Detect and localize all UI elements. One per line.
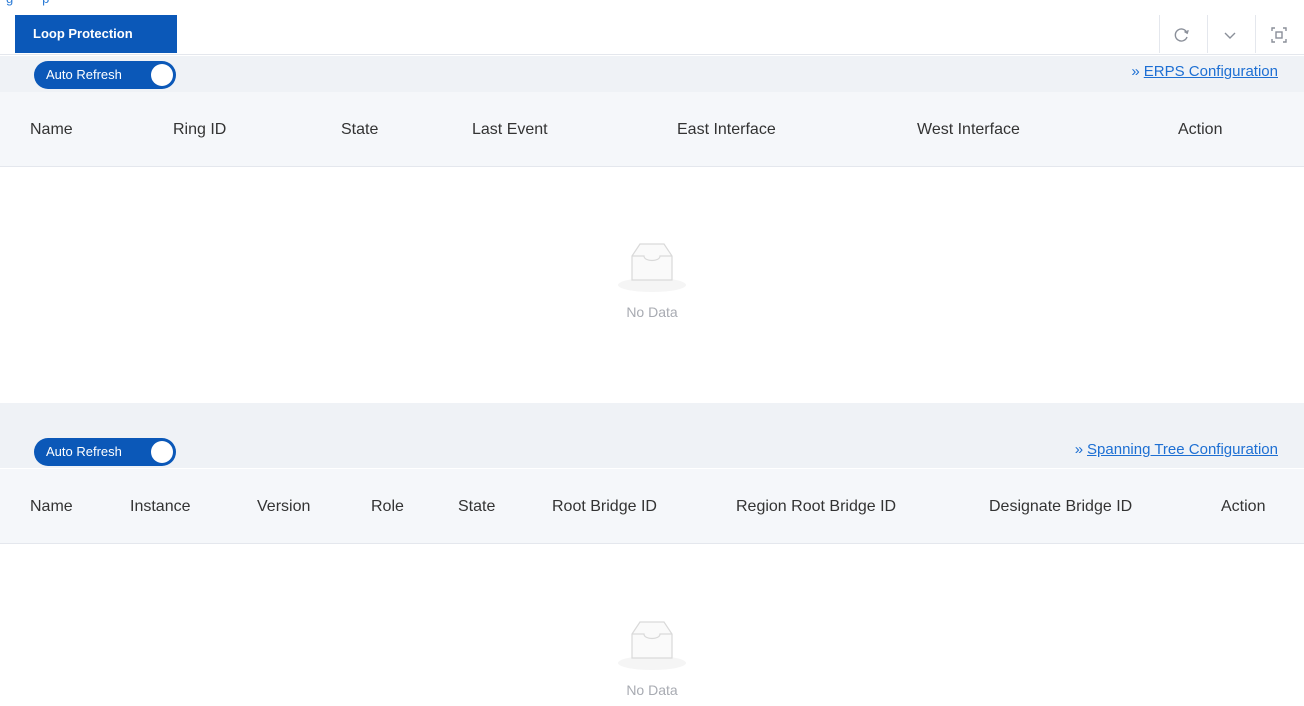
collapse-button[interactable] bbox=[1210, 15, 1250, 55]
stp-empty-text: No Data bbox=[626, 682, 678, 698]
column-header-region-root-bridge-id: Region Root Bridge ID bbox=[736, 498, 897, 515]
erps-auto-refresh-toggle[interactable]: Auto Refresh bbox=[34, 61, 176, 89]
column-header-west-interface: West Interface bbox=[917, 121, 1020, 138]
toolbar-divider bbox=[1255, 15, 1256, 53]
erps-empty-state: No Data bbox=[0, 236, 1304, 320]
refresh-icon bbox=[1174, 28, 1189, 42]
fullscreen-button[interactable] bbox=[1259, 15, 1299, 55]
column-header-state: State bbox=[458, 498, 496, 515]
stp-toolbar bbox=[0, 403, 1304, 468]
stp-auto-refresh-toggle[interactable]: Auto Refresh bbox=[34, 438, 176, 466]
toggle-knob bbox=[151, 441, 173, 463]
toolbar-divider bbox=[1207, 15, 1208, 53]
column-header-action: Action bbox=[1178, 121, 1223, 138]
spanning-tree-configuration-link[interactable]: » Spanning Tree Configuration bbox=[1075, 441, 1278, 458]
erps-configuration-link-label: ERPS Configuration bbox=[1143, 63, 1278, 80]
column-header-action: Action bbox=[1221, 498, 1266, 515]
fullscreen-icon bbox=[1271, 27, 1287, 43]
erps-configuration-link[interactable]: » ERPS Configuration bbox=[1131, 63, 1278, 80]
auto-refresh-label: Auto Refresh bbox=[46, 67, 122, 82]
toolbar-divider bbox=[1159, 15, 1160, 53]
breadcrumb-fragment: g p bbox=[0, 0, 1304, 10]
erps-table-header: Name Ring ID State Last Event East Inter… bbox=[0, 92, 1304, 167]
column-header-state: State bbox=[341, 121, 379, 138]
empty-inbox-icon bbox=[618, 621, 686, 670]
erps-toolbar bbox=[0, 56, 1304, 92]
column-header-name: Name bbox=[30, 498, 73, 515]
stp-table-header: Name Instance Version Role State Root Br… bbox=[0, 469, 1304, 544]
chevron-down-icon bbox=[1224, 32, 1236, 39]
column-header-root-bridge-id: Root Bridge ID bbox=[552, 498, 657, 515]
auto-refresh-label: Auto Refresh bbox=[46, 444, 122, 459]
tab-bar: Loop Protection bbox=[0, 13, 1304, 55]
column-header-ring-id: Ring ID bbox=[173, 121, 227, 138]
column-header-role: Role bbox=[371, 498, 404, 515]
column-header-instance: Instance bbox=[130, 498, 191, 515]
spanning-tree-configuration-link-label: Spanning Tree Configuration bbox=[1087, 441, 1278, 458]
toggle-knob bbox=[151, 64, 173, 86]
column-header-version: Version bbox=[257, 498, 311, 515]
column-header-designate-bridge-id: Designate Bridge ID bbox=[989, 498, 1133, 515]
double-chevron-icon: » bbox=[1074, 441, 1084, 458]
refresh-button[interactable] bbox=[1162, 15, 1202, 55]
column-header-last-event: Last Event bbox=[472, 121, 548, 138]
erps-empty-text: No Data bbox=[626, 304, 678, 320]
tab-loop-protection[interactable]: Loop Protection bbox=[15, 15, 177, 53]
column-header-east-interface: East Interface bbox=[677, 121, 776, 138]
stp-empty-state: No Data bbox=[0, 614, 1304, 698]
double-chevron-icon: » bbox=[1131, 63, 1140, 80]
column-header-name: Name bbox=[30, 121, 73, 138]
empty-inbox-icon bbox=[618, 243, 686, 292]
